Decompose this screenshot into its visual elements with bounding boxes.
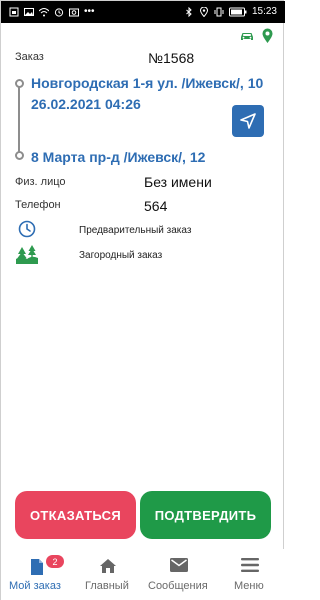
status-bar: ••• 15:23 bbox=[1, 1, 285, 23]
mail-icon bbox=[170, 558, 188, 572]
tab-my-order-badge: 2 bbox=[46, 555, 64, 568]
more-icon: ••• bbox=[84, 6, 95, 17]
status-bar-left: ••• bbox=[9, 6, 95, 17]
home-icon bbox=[100, 559, 116, 573]
tab-my-order-label: Мой заказ bbox=[9, 580, 61, 592]
phone-value[interactable]: 564 bbox=[144, 198, 167, 214]
confirm-button[interactable]: ПОДТВЕРДИТЬ bbox=[140, 491, 271, 539]
decline-button[interactable]: ОТКАЗАТЬСЯ bbox=[15, 491, 136, 539]
bottom-tab-bar: 2 Мой заказ Главный Сообщения Меню bbox=[1, 549, 285, 600]
tab-main[interactable]: Главный bbox=[72, 549, 143, 600]
sim-icon bbox=[9, 7, 19, 16]
route-line bbox=[18, 85, 20, 155]
feature-countryside-label: Загородный заказ bbox=[79, 250, 163, 261]
order-label: Заказ bbox=[15, 51, 44, 63]
clock-icon bbox=[18, 220, 36, 238]
photo-icon bbox=[69, 8, 79, 16]
vibrate-icon bbox=[214, 7, 224, 16]
wifi-icon bbox=[39, 7, 49, 16]
tab-messages-label: Сообщения bbox=[148, 580, 208, 592]
person-value: Без имени bbox=[144, 174, 212, 190]
route-start-dot bbox=[14, 79, 24, 88]
top-indicators bbox=[240, 28, 273, 43]
phone-label: Телефон bbox=[15, 199, 61, 211]
tab-main-label: Главный bbox=[85, 580, 129, 592]
map-pin-icon bbox=[262, 28, 273, 43]
image-icon bbox=[24, 7, 34, 16]
navigate-button[interactable] bbox=[232, 105, 264, 137]
order-number: №1568 bbox=[148, 50, 195, 66]
tab-menu[interactable]: Меню bbox=[214, 549, 285, 600]
alarm-icon bbox=[54, 7, 64, 17]
from-address[interactable]: Новгородская 1-я ул. /Ижевск/, 10 bbox=[31, 75, 263, 91]
feature-preorder-label: Предварительный заказ bbox=[79, 225, 192, 236]
countryside-icon bbox=[16, 245, 38, 264]
location-icon bbox=[199, 6, 208, 17]
status-bar-right: 15:23 bbox=[184, 6, 277, 17]
bluetooth-icon bbox=[186, 6, 192, 17]
route-end-dot bbox=[14, 151, 24, 160]
navigation-arrow-icon bbox=[240, 113, 256, 129]
tab-menu-label: Меню bbox=[234, 580, 264, 592]
document-icon bbox=[31, 559, 43, 575]
person-label: Физ. лицо bbox=[15, 176, 66, 188]
tab-messages[interactable]: Сообщения bbox=[143, 549, 214, 600]
order-datetime: 26.02.2021 04:26 bbox=[31, 96, 141, 112]
hamburger-icon bbox=[241, 558, 259, 572]
to-address[interactable]: 8 Марта пр-д /Ижевск/, 12 bbox=[31, 149, 205, 165]
tab-my-order[interactable]: 2 Мой заказ bbox=[1, 549, 72, 600]
car-icon bbox=[241, 32, 253, 40]
status-time: 15:23 bbox=[251, 6, 277, 17]
battery-icon bbox=[228, 7, 247, 16]
